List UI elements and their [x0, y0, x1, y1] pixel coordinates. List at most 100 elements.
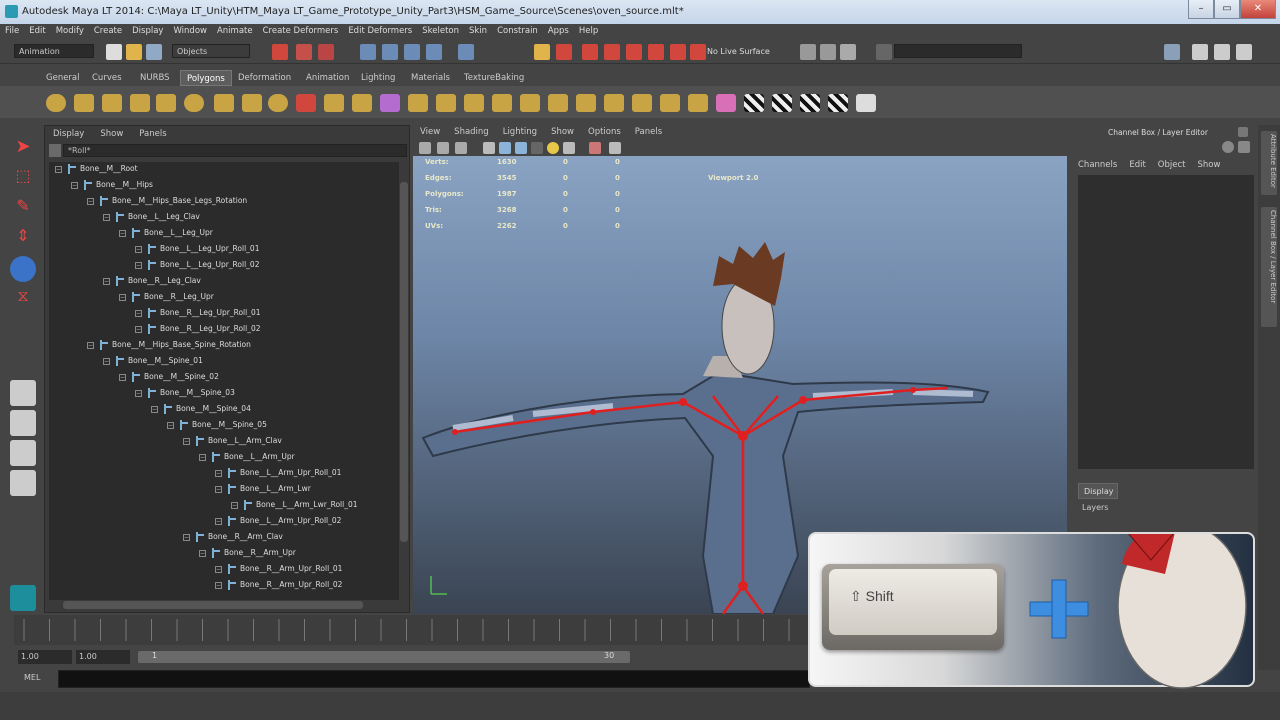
poly-sphere-icon[interactable]	[46, 94, 66, 112]
move-tool-icon[interactable]: ⇕	[10, 226, 36, 252]
outliner-row[interactable]: − Bone__M__Root	[55, 164, 138, 178]
attribute-editor-toggle-icon[interactable]	[1192, 44, 1208, 60]
menu-skeleton[interactable]: Skeleton	[417, 24, 464, 38]
channel-box-layer-editor-tab[interactable]: Channel Box / Layer Editor	[1261, 207, 1277, 327]
make-live-icon[interactable]	[458, 44, 474, 60]
save-scene-icon[interactable]	[146, 44, 162, 60]
menu-file[interactable]: File	[0, 24, 24, 38]
layers-menu[interactable]: Layers	[1078, 501, 1254, 515]
automatic-mapping-icon[interactable]	[828, 94, 848, 112]
outliner-row[interactable]: − Bone__M__Spine_03	[135, 388, 235, 402]
shelf-tab-general[interactable]: General	[40, 70, 86, 86]
viewport-menu-lighting[interactable]: Lighting	[496, 125, 544, 139]
expand-toggle-icon[interactable]: −	[71, 181, 78, 189]
expand-toggle-icon[interactable]: −	[183, 533, 190, 541]
bevel-icon[interactable]	[576, 94, 596, 112]
outliner-row[interactable]: − Bone__R__Arm_Clav	[183, 532, 283, 546]
snap-point-icon[interactable]	[404, 44, 420, 60]
rotate-tool-icon[interactable]	[10, 256, 36, 282]
viewport-menu-panels[interactable]: Panels	[628, 125, 669, 139]
attribute-editor-tab[interactable]: Attribute Editor	[1261, 131, 1277, 195]
menu-constrain[interactable]: Constrain	[492, 24, 543, 38]
use-all-lights-icon[interactable]	[547, 142, 559, 154]
poly-pipe-icon[interactable]	[242, 94, 262, 112]
render-settings-icon[interactable]	[648, 44, 664, 60]
paint-select-tool-icon[interactable]: ✎	[10, 196, 36, 222]
shelf-tab-deformation[interactable]: Deformation	[232, 70, 297, 86]
live-surface-icon[interactable]	[690, 44, 706, 60]
camera-select-icon[interactable]	[419, 142, 431, 154]
layout-outliner-icon[interactable]	[10, 470, 36, 496]
outliner-row[interactable]: − Bone__L__Arm_Upr	[199, 452, 295, 466]
expand-toggle-icon[interactable]: −	[135, 309, 142, 317]
menuset-dropdown[interactable]: Animation	[14, 44, 94, 58]
poly-plane-icon[interactable]	[156, 94, 176, 112]
menu-animate[interactable]: Animate	[212, 24, 258, 38]
camera-attributes-icon[interactable]	[437, 142, 449, 154]
expand-toggle-icon[interactable]: −	[215, 469, 222, 477]
poly-cube-icon[interactable]	[74, 94, 94, 112]
expand-toggle-icon[interactable]: −	[103, 213, 110, 221]
offset-edge-loop-icon[interactable]	[548, 94, 568, 112]
viewport-menu-view[interactable]: View	[413, 125, 447, 139]
expand-toggle-icon[interactable]: −	[135, 389, 142, 397]
expand-toggle-icon[interactable]: −	[215, 517, 222, 525]
shelf-tab-animation[interactable]: Animation	[300, 70, 355, 86]
reduce-icon[interactable]	[688, 94, 708, 112]
poly-pyramid-icon[interactable]	[214, 94, 234, 112]
toggle-panel-3-icon[interactable]	[840, 44, 856, 60]
maximize-button[interactable]: ▭	[1214, 0, 1240, 19]
wireframe-on-shaded-icon[interactable]	[515, 142, 527, 154]
expand-toggle-icon[interactable]: −	[135, 261, 142, 269]
playback-start-field[interactable]: 1.00	[76, 650, 130, 664]
outliner-row[interactable]: − Bone__L__Leg_Upr_Roll_01	[135, 244, 259, 258]
outliner-row[interactable]: − Bone__L__Arm_Upr_Roll_02	[215, 516, 341, 530]
lasso-tool-icon[interactable]: ⬚	[10, 166, 36, 192]
outliner-row[interactable]: − Bone__R__Leg_Upr_Roll_01	[135, 308, 261, 322]
menu-help[interactable]: Help	[574, 24, 603, 38]
outliner-menu-panels[interactable]: Panels	[131, 126, 174, 142]
outliner-row[interactable]: − Bone__L__Leg_Upr	[119, 228, 213, 242]
snap-grid-icon[interactable]	[360, 44, 376, 60]
textured-icon[interactable]	[531, 142, 543, 154]
smooth-icon[interactable]	[380, 94, 400, 112]
menu-window[interactable]: Window	[168, 24, 212, 38]
sculpt-geometry-icon[interactable]	[716, 94, 736, 112]
toggle-panel-icon[interactable]	[800, 44, 816, 60]
minimize-button[interactable]: –	[1188, 0, 1214, 19]
expand-toggle-icon[interactable]: −	[103, 277, 110, 285]
select-by-hierarchy-icon[interactable]	[272, 44, 288, 60]
smooth-shade-icon[interactable]	[499, 142, 511, 154]
outliner-row[interactable]: − Bone__M__Spine_05	[167, 420, 267, 434]
select-component-icon[interactable]	[318, 44, 334, 60]
expand-toggle-icon[interactable]: −	[87, 341, 94, 349]
expand-toggle-icon[interactable]: −	[55, 165, 62, 173]
expand-toggle-icon[interactable]: −	[167, 421, 174, 429]
expand-toggle-icon[interactable]: −	[87, 197, 94, 205]
expand-toggle-icon[interactable]: −	[119, 293, 126, 301]
isolate-select-icon[interactable]	[589, 142, 601, 154]
outliner-row[interactable]: − Bone__R__Leg_Upr_Roll_02	[135, 324, 261, 338]
insert-edge-loop-icon[interactable]	[520, 94, 540, 112]
cylindrical-mapping-icon[interactable]	[772, 94, 792, 112]
outliner-row[interactable]: − Bone__L__Arm_Upr_Roll_01	[215, 468, 341, 482]
uv-texture-editor-icon[interactable]	[856, 94, 876, 112]
channel-menu-edit[interactable]: Edit	[1123, 157, 1151, 173]
xray-icon[interactable]	[609, 142, 621, 154]
outliner-row[interactable]: − Bone__M__Spine_02	[119, 372, 219, 386]
outliner-row[interactable]: − Bone__R__Arm_Upr	[199, 548, 296, 562]
menu-skin[interactable]: Skin	[464, 24, 492, 38]
shelf-tab-lighting[interactable]: Lighting	[355, 70, 401, 86]
expand-toggle-icon[interactable]: −	[215, 581, 222, 589]
outliner-row[interactable]: − Bone__R__Arm_Upr_Roll_02	[215, 580, 342, 594]
expand-toggle-icon[interactable]: −	[119, 373, 126, 381]
channel-help-icon[interactable]	[1238, 141, 1250, 153]
menu-create-deformers[interactable]: Create Deformers	[258, 24, 344, 38]
extrude-icon[interactable]	[408, 94, 428, 112]
menu-edit-deformers[interactable]: Edit Deformers	[343, 24, 417, 38]
outliner-menu-show[interactable]: Show	[92, 126, 131, 142]
outliner-row[interactable]: − Bone__L__Leg_Upr_Roll_02	[135, 260, 259, 274]
start-time-field[interactable]: 1.00	[18, 650, 72, 664]
expand-toggle-icon[interactable]: −	[215, 565, 222, 573]
outliner-row[interactable]: − Bone__R__Leg_Upr	[119, 292, 214, 306]
